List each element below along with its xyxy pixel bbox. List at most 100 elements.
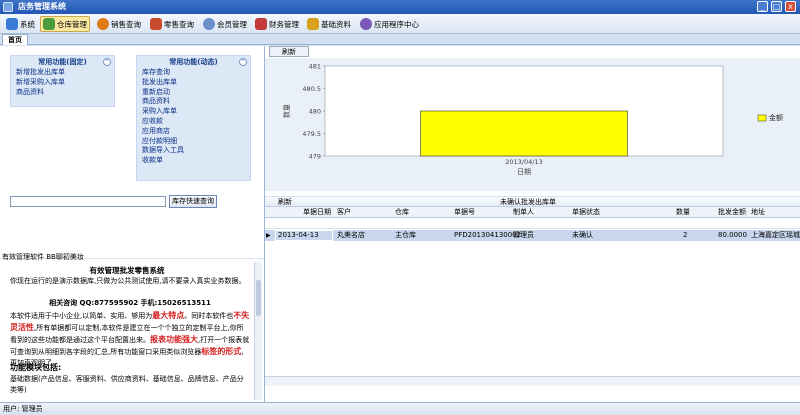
system-icon (6, 18, 18, 30)
close-button[interactable]: x (785, 1, 796, 12)
dynamic-functions-title: 常用功能(动态) (169, 58, 218, 66)
toolbar-system[interactable]: 系统 (4, 16, 37, 32)
col-warehouse[interactable]: 仓库 (395, 207, 409, 218)
link-purchase-in[interactable]: 采购入库单 (142, 107, 250, 117)
cell-warehouse[interactable]: 主仓库 (395, 230, 416, 241)
dynamic-functions-list: 库存查询 批发出库单 重新启动 商品资料 采购入库单 应收款 应用商店 应付款明… (137, 68, 250, 166)
link-wholesale-out[interactable]: 批发出库单 (142, 78, 250, 88)
bars (420, 110, 628, 157)
link-product-info[interactable]: 商品资料 (16, 88, 114, 98)
col-customer[interactable]: 客户 (337, 207, 351, 218)
toolbar-retail-query[interactable]: 零售查询 (148, 16, 196, 32)
y-tick-label: 481 (309, 63, 321, 71)
toolbar-label: 基础资料 (321, 19, 351, 29)
app-center-icon (360, 18, 372, 30)
cell-doc-status[interactable]: 未确认 (572, 230, 593, 241)
link-payables-detail[interactable]: 应付款明细 (142, 137, 250, 147)
link-receipt[interactable]: 收款单 (142, 156, 250, 166)
legend-label: 金额 (769, 113, 783, 122)
warehouse-icon (43, 18, 55, 30)
col-doc-no[interactable]: 单据号 (454, 207, 475, 218)
toolbar-app-center[interactable]: 应用程序中心 (358, 16, 421, 32)
toolbar-member[interactable]: 会员管理 (201, 16, 249, 32)
y-axis-ticks: 481 480.5 480 479.5 479 (302, 63, 325, 161)
info-description: 本软件适用于中小企业,以简单、实用、够用为最大特点。同时本软件也不失灵活性,所有… (10, 310, 250, 369)
legend-swatch (757, 114, 767, 122)
y-tick-label: 480 (309, 108, 321, 116)
link-stock-query[interactable]: 库存查询 (142, 68, 250, 78)
toolbar-label: 销售查询 (111, 19, 141, 29)
basic-data-icon (307, 18, 319, 30)
fixed-functions-header: 常用功能(固定) ⌃ (11, 56, 114, 68)
fixed-functions-title: 常用功能(固定) (38, 58, 87, 66)
tab-home[interactable]: 首页 (2, 34, 28, 45)
link-product-info[interactable]: 商品资料 (142, 97, 250, 107)
y-axis-label: 数量 (282, 104, 291, 118)
app-icon (3, 2, 13, 12)
info-vertical-scrollbar[interactable] (254, 262, 262, 400)
col-address[interactable]: 地址 (751, 207, 765, 218)
chart-refresh-button[interactable]: 刷新 (269, 46, 309, 57)
link-restart[interactable]: 重新启动 (142, 88, 250, 98)
minimize-button[interactable]: _ (757, 1, 768, 12)
cell-creator[interactable]: 管理员 (513, 230, 534, 241)
bar-chart: 481 480.5 480 479.5 479 2013/04/13 日期 数量 金额 (282, 63, 783, 177)
cell-quantity[interactable]: 2 (683, 230, 687, 241)
grid-horizontal-scrollbar[interactable] (265, 376, 800, 386)
finance-icon (255, 18, 267, 30)
link-new-wholesale-out[interactable]: 新增批发出库单 (16, 68, 114, 78)
link-data-import[interactable]: 数据导入工具 (142, 146, 250, 156)
main-toolbar: 系统 仓库管理 销售查询 零售查询 会员管理 财务管理 基础资料 应用程序中心 (0, 14, 800, 34)
col-creator[interactable]: 制单人 (513, 207, 534, 218)
link-app-store[interactable]: 应用商店 (142, 127, 250, 137)
grid-filter-row[interactable] (265, 218, 800, 229)
status-user: 用户: 管理员 (3, 405, 43, 413)
info-text: 本软件适用于中小企业,以简单、实用、够用为 (10, 312, 153, 320)
grid-refresh-button[interactable]: 刷新 (268, 198, 302, 207)
toolbar-label: 系统 (20, 19, 35, 29)
cell-customer[interactable]: 丸美名店 (337, 230, 365, 241)
info-contact: 相关咨询 QQ:877595902 手机:15026513511 (49, 299, 211, 307)
row-selected-icon: ▶ (266, 232, 271, 239)
toolbar-basic-data[interactable]: 基础资料 (305, 16, 353, 32)
info-title: 有效管理批发零售系统 (89, 266, 165, 275)
col-quantity[interactable]: 数量 (676, 207, 690, 218)
stock-quick-search-button[interactable]: 库存快速查询 (169, 195, 217, 208)
link-receivables[interactable]: 应收款 (142, 117, 250, 127)
status-bar (0, 402, 800, 415)
info-highlight: 最大特点 (152, 311, 185, 320)
info-modules-title: 功能模块包括: (10, 363, 62, 372)
collapse-icon[interactable]: ⌃ (103, 58, 111, 66)
col-doc-status[interactable]: 单据状态 (572, 207, 600, 218)
table-row[interactable]: ▶ 2013-04-13 丸美名店 主仓库 PFD201304130002 管理… (265, 230, 800, 241)
info-header: 有效管理软件 BB聊初美妆 (2, 253, 84, 261)
toolbar-warehouse[interactable]: 仓库管理 (40, 16, 90, 32)
collapse-icon[interactable]: ⌃ (239, 58, 247, 66)
col-wholesale-amount[interactable]: 批发金额 (718, 207, 746, 218)
col-doc-date[interactable]: 单据日期 (303, 207, 331, 218)
tab-strip (0, 34, 800, 45)
x-tick-label: 2013/04/13 (505, 158, 542, 166)
title-bar: 店务管理系统 _ □ x (0, 0, 800, 14)
toolbar-label: 会员管理 (217, 19, 247, 29)
cell-wholesale-amount[interactable]: 80.0000 (718, 230, 747, 241)
cell-doc-no[interactable]: PFD201304130002 (454, 230, 521, 241)
x-axis-label: 日期 (517, 168, 531, 176)
maximize-button[interactable]: □ (771, 1, 782, 12)
fixed-functions-box: 常用功能(固定) ⌃ 新增批发出库单 新增采购入库单 商品资料 (10, 55, 115, 107)
link-new-purchase-in[interactable]: 新增采购入库单 (16, 78, 114, 88)
toolbar-label: 应用程序中心 (374, 19, 419, 29)
sales-icon (97, 18, 109, 30)
toolbar-sales-query[interactable]: 销售查询 (95, 16, 143, 32)
fixed-functions-list: 新增批发出库单 新增采购入库单 商品资料 (11, 68, 114, 97)
y-tick-label: 479 (309, 153, 321, 161)
scroll-thumb[interactable] (256, 280, 261, 316)
stock-quick-search-input[interactable] (10, 196, 166, 207)
toolbar-label: 零售查询 (164, 19, 194, 29)
dynamic-functions-header: 常用功能(动态) ⌃ (137, 56, 250, 68)
cell-doc-date[interactable]: 2013-04-13 (278, 230, 319, 241)
cell-address[interactable]: 上海嘉定区瑶城 (751, 230, 800, 241)
toolbar-finance[interactable]: 财务管理 (253, 16, 301, 32)
toolbar-label: 财务管理 (269, 19, 299, 29)
bar (420, 110, 628, 157)
